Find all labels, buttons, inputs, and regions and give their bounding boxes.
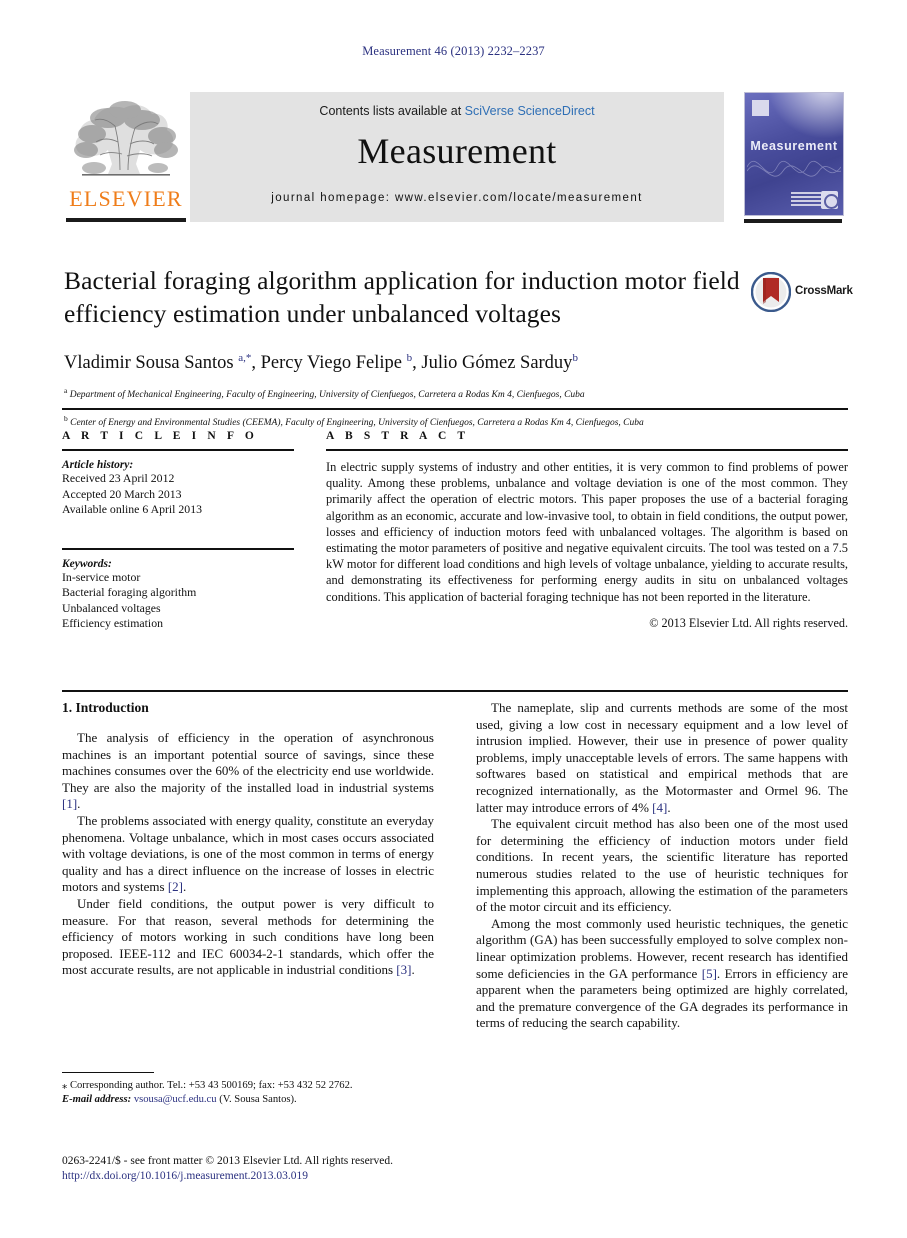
bottom-matter: 0263-2241/$ - see front matter © 2013 El…	[62, 1154, 492, 1184]
elsevier-logo: ELSEVIER	[62, 92, 190, 224]
running-head: Measurement 46 (2013) 2232–2237	[362, 44, 545, 58]
contents-prefix: Contents lists available at	[319, 104, 465, 118]
abstract-heading: A B S T R A C T	[326, 430, 470, 442]
abstract-column: A B S T R A C T In electric supply syste…	[326, 430, 848, 631]
affiliation-marker-a: a	[64, 386, 68, 396]
contents-available-line: Contents lists available at SciVerse Sci…	[190, 104, 724, 118]
keywords-block: Keywords: In-service motor Bacterial for…	[62, 547, 294, 632]
body-column-right: The nameplate, slip and currents methods…	[476, 700, 848, 1032]
paragraph: The nameplate, slip and currents methods…	[476, 700, 848, 815]
journal-masthead: ELSEVIER Contents lists available at Sci…	[62, 92, 848, 224]
cover-underline	[744, 219, 842, 223]
keywords-rule	[62, 547, 294, 550]
paper-page: Measurement 46 (2013) 2232–2237 ELSEVIER…	[0, 0, 907, 1238]
doi-link[interactable]: http://dx.doi.org/10.1016/j.measurement.…	[62, 1169, 492, 1184]
footnote-email: E-mail address: vsousa@ucf.edu.cu (V. So…	[62, 1093, 434, 1107]
article-history-label: Article history:	[62, 459, 134, 471]
paragraph: The problems associated with energy qual…	[62, 812, 434, 895]
keyword-item: Efficiency estimation	[62, 616, 164, 630]
article-info-heading: A R T I C L E I N F O	[62, 430, 258, 442]
email-link[interactable]: vsousa@ucf.edu.cu	[134, 1094, 217, 1105]
paragraph: Under field conditions, the output power…	[62, 895, 434, 978]
keywords-label: Keywords:	[62, 557, 112, 570]
journal-homepage-link[interactable]: journal homepage: www.elsevier.com/locat…	[190, 192, 724, 204]
affiliation-a-text: Department of Mechanical Engineering, Fa…	[69, 390, 585, 401]
keyword-item: Unbalanced voltages	[62, 600, 161, 615]
title-block: Bacterial foraging algorithm application…	[64, 264, 754, 430]
elsevier-wordmark: ELSEVIER	[69, 186, 183, 211]
section-title-introduction: 1. Introduction	[62, 700, 149, 715]
email-owner: (V. Sousa Santos).	[219, 1094, 297, 1106]
article-history-online: Available online 6 April 2013	[62, 502, 203, 516]
footnote-corresponding: ⁎ Corresponding author. Tel.: +53 43 500…	[62, 1080, 353, 1092]
info-top-rule	[62, 408, 848, 410]
keyword-item: Bacterial foraging algorithm	[62, 585, 197, 599]
body-column-left: 1. Introduction The analysis of efficien…	[62, 700, 434, 979]
paragraph: The analysis of efficiency in the operat…	[62, 730, 434, 812]
cover-seal-icon	[821, 191, 839, 209]
crossmark-label: CrossMark	[795, 285, 853, 297]
page-title: Bacterial foraging algorithm application…	[64, 266, 740, 328]
crossmark-badge[interactable]: CrossMark	[751, 272, 855, 318]
article-info-column: A R T I C L E I N F O Article history: R…	[62, 430, 294, 632]
journal-title: Measurement	[357, 131, 557, 171]
author-list: Vladimir Sousa Santos a,*, Percy Viego F…	[64, 352, 578, 374]
cover-text-bars	[791, 192, 821, 206]
paragraph: The equivalent circuit method has also b…	[476, 816, 848, 915]
issn-copyright-line: 0263-2241/$ - see front matter © 2013 El…	[62, 1155, 393, 1167]
abstract-rule	[326, 449, 848, 451]
article-history-accepted: Accepted 20 March 2013	[62, 486, 182, 501]
article-info-rule	[62, 449, 294, 451]
keyword-item: In-service motor	[62, 569, 141, 584]
affiliation-a: a Department of Mechanical Engineering, …	[64, 384, 754, 403]
masthead-center-panel: Contents lists available at SciVerse Sci…	[190, 92, 724, 222]
journal-cover-thumbnail: Measurement	[738, 92, 848, 224]
copyright-line: © 2013 Elsevier Ltd. All rights reserved…	[649, 615, 848, 630]
footnote-rule	[62, 1072, 154, 1074]
elsevier-underline	[66, 218, 186, 222]
affiliation-marker-b: b	[64, 413, 68, 423]
cover-title: Measurement	[750, 139, 838, 153]
paragraph: Among the most commonly used heuristic t…	[476, 915, 849, 1031]
cover-badge-icon	[752, 100, 769, 116]
elsevier-tree-icon	[74, 101, 178, 176]
abstract-text: In electric supply systems of industry a…	[326, 460, 848, 604]
sciencedirect-link[interactable]: SciVerse ScienceDirect	[465, 104, 595, 118]
cover-image: Measurement	[744, 92, 844, 216]
article-history-received: Received 23 April 2012	[62, 471, 175, 485]
email-label: E-mail address:	[62, 1094, 132, 1106]
crossmark-icon	[751, 272, 791, 312]
corresponding-author-footnote: ⁎ Corresponding author. Tel.: +53 43 500…	[62, 1072, 434, 1107]
info-bottom-rule	[62, 690, 848, 692]
cover-sheen	[763, 93, 843, 143]
affiliation-b-text: Center of Energy and Environmental Studi…	[70, 417, 644, 428]
affiliation-b: b Center of Energy and Environmental Stu…	[64, 412, 754, 431]
